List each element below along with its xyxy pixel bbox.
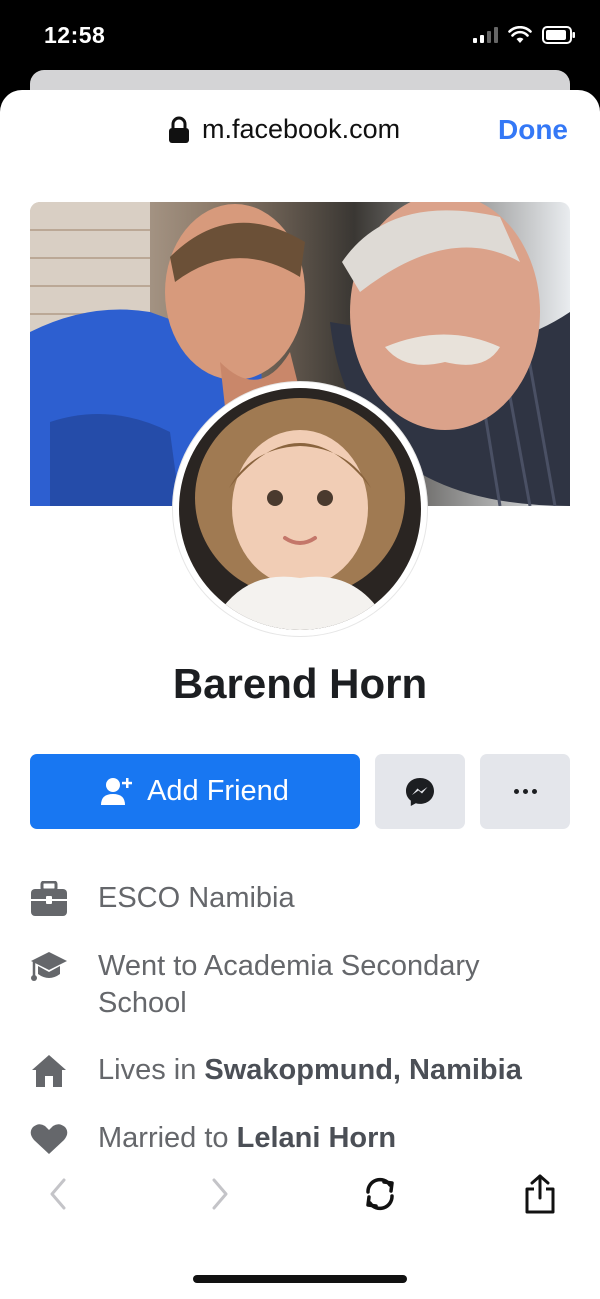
add-friend-label: Add Friend	[147, 775, 289, 807]
dot	[531, 789, 537, 794]
dot	[522, 789, 528, 794]
detail-text: ESCO Namibia	[98, 882, 295, 914]
detail-row-relationship: Married to Lelani Horn	[30, 1120, 570, 1158]
status-time: 12:58	[44, 22, 106, 48]
status-icons	[473, 26, 576, 44]
more-options-button[interactable]	[480, 754, 570, 829]
house-icon	[30, 1052, 68, 1090]
back-chevron-icon[interactable]	[38, 1174, 78, 1214]
status-bar: 12:58	[0, 0, 600, 72]
url-field[interactable]: m.facebook.com	[168, 114, 400, 145]
detail-row-location: Lives in Swakopmund, Namibia	[30, 1052, 570, 1090]
detail-text: Married to Lelani Horn	[98, 1122, 397, 1154]
heart-icon	[30, 1120, 68, 1158]
forward-chevron-icon[interactable]	[200, 1174, 240, 1214]
share-icon[interactable]	[520, 1174, 560, 1214]
detail-text: Went to Academia Secondary School	[98, 950, 480, 1019]
url-bar: m.facebook.com Done	[0, 90, 600, 178]
messenger-icon	[406, 777, 434, 806]
browser-toolbar	[0, 1160, 600, 1230]
detail-text: Lives in Swakopmund, Namibia	[98, 1054, 522, 1086]
spouse-link[interactable]: Lelani Horn	[237, 1122, 397, 1154]
dot	[513, 789, 519, 794]
lock-icon	[169, 116, 189, 143]
reload-icon[interactable]	[360, 1174, 400, 1214]
home-indicator[interactable]	[193, 1275, 407, 1283]
messenger-button[interactable]	[375, 754, 465, 829]
detail-row-work: ESCO Namibia	[30, 880, 570, 918]
add-friend-button[interactable]: Add Friend	[30, 754, 360, 829]
profile-picture[interactable]	[173, 382, 427, 636]
graduation-cap-icon	[30, 948, 68, 986]
browser-sheet: m.facebook.com Done Barend Horn Add Frie…	[0, 90, 600, 1299]
signal-icon	[473, 27, 498, 43]
detail-row-education: Went to Academia Secondary School	[30, 948, 570, 1022]
wifi-icon	[508, 26, 532, 43]
done-button[interactable]: Done	[498, 114, 568, 146]
url-text: m.facebook.com	[202, 114, 401, 144]
add-user-icon	[101, 777, 133, 805]
profile-name: Barend Horn	[172, 660, 428, 707]
location-link[interactable]: Swakopmund, Namibia	[204, 1054, 521, 1086]
briefcase-icon	[30, 880, 68, 918]
battery-icon	[542, 26, 575, 44]
